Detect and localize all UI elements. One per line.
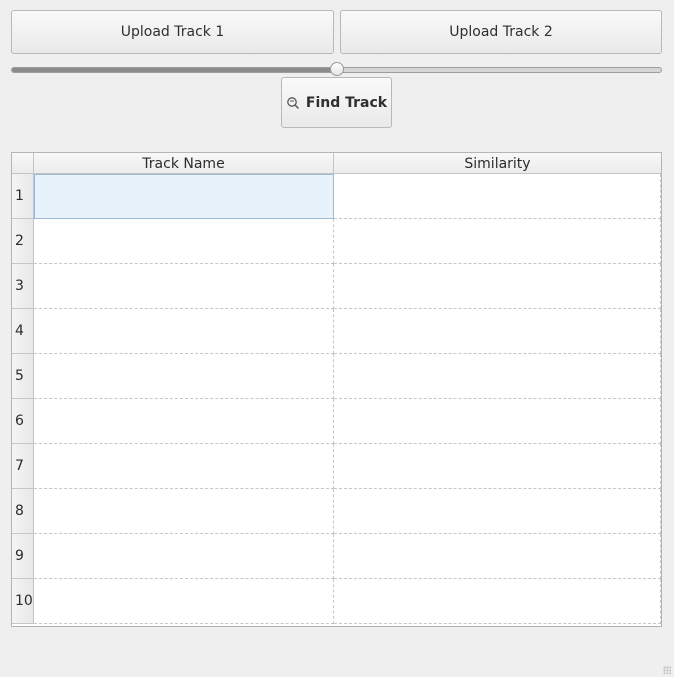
row-header[interactable]: 10 [12, 579, 34, 624]
row-header[interactable]: 7 [12, 444, 34, 489]
table-header: Track Name Similarity [12, 153, 661, 174]
table-row[interactable]: 4 [12, 309, 661, 354]
table-body: 1 2 3 4 5 6 7 8 9 10 [12, 174, 661, 624]
track-name-cell[interactable] [34, 399, 334, 444]
similarity-cell[interactable] [334, 309, 661, 354]
similarity-cell[interactable] [334, 354, 661, 399]
table-row[interactable]: 9 [12, 534, 661, 579]
row-header[interactable]: 3 [12, 264, 34, 309]
track-name-cell[interactable] [34, 579, 334, 624]
track-name-cell[interactable] [34, 354, 334, 399]
row-header[interactable]: 1 [12, 174, 34, 219]
row-header[interactable]: 2 [12, 219, 34, 264]
column-header-similarity[interactable]: Similarity [334, 153, 661, 174]
find-track-button[interactable]: Find Track [281, 77, 392, 128]
table-row[interactable]: 1 [12, 174, 661, 219]
track-name-cell[interactable] [34, 444, 334, 489]
similarity-cell[interactable] [334, 174, 661, 219]
track-name-cell[interactable] [34, 489, 334, 534]
table-row[interactable]: 6 [12, 399, 661, 444]
similarity-cell[interactable] [334, 489, 661, 534]
track-name-cell[interactable] [34, 534, 334, 579]
similarity-cell[interactable] [334, 219, 661, 264]
slider-handle[interactable] [329, 62, 344, 76]
table-row[interactable]: 8 [12, 489, 661, 534]
table-corner[interactable] [12, 153, 34, 174]
similarity-cell[interactable] [334, 579, 661, 624]
table-row[interactable]: 10 [12, 579, 661, 624]
resize-grip-icon[interactable] [663, 666, 671, 674]
row-header[interactable]: 9 [12, 534, 34, 579]
track-name-cell[interactable] [34, 219, 334, 264]
search-icon [286, 96, 300, 110]
column-header-track-name[interactable]: Track Name [34, 153, 334, 174]
similarity-cell[interactable] [334, 264, 661, 309]
similarity-cell[interactable] [334, 444, 661, 489]
table-row[interactable]: 5 [12, 354, 661, 399]
slider-fill [12, 68, 337, 72]
table-row[interactable]: 2 [12, 219, 661, 264]
similarity-cell[interactable] [334, 399, 661, 444]
table-row[interactable]: 7 [12, 444, 661, 489]
row-header[interactable]: 8 [12, 489, 34, 534]
track-name-cell[interactable] [34, 309, 334, 354]
upload-track-1-button[interactable]: Upload Track 1 [11, 10, 334, 54]
track-name-cell[interactable] [34, 264, 334, 309]
upload-track-2-button[interactable]: Upload Track 2 [340, 10, 662, 54]
table-row[interactable]: 3 [12, 264, 661, 309]
row-header[interactable]: 6 [12, 399, 34, 444]
row-header[interactable]: 5 [12, 354, 34, 399]
similarity-cell[interactable] [334, 534, 661, 579]
track-name-cell[interactable] [34, 174, 334, 219]
row-header[interactable]: 4 [12, 309, 34, 354]
results-table: Track Name Similarity 1 2 3 4 5 6 7 8 9 10 [11, 152, 662, 627]
find-track-label: Find Track [305, 94, 388, 111]
